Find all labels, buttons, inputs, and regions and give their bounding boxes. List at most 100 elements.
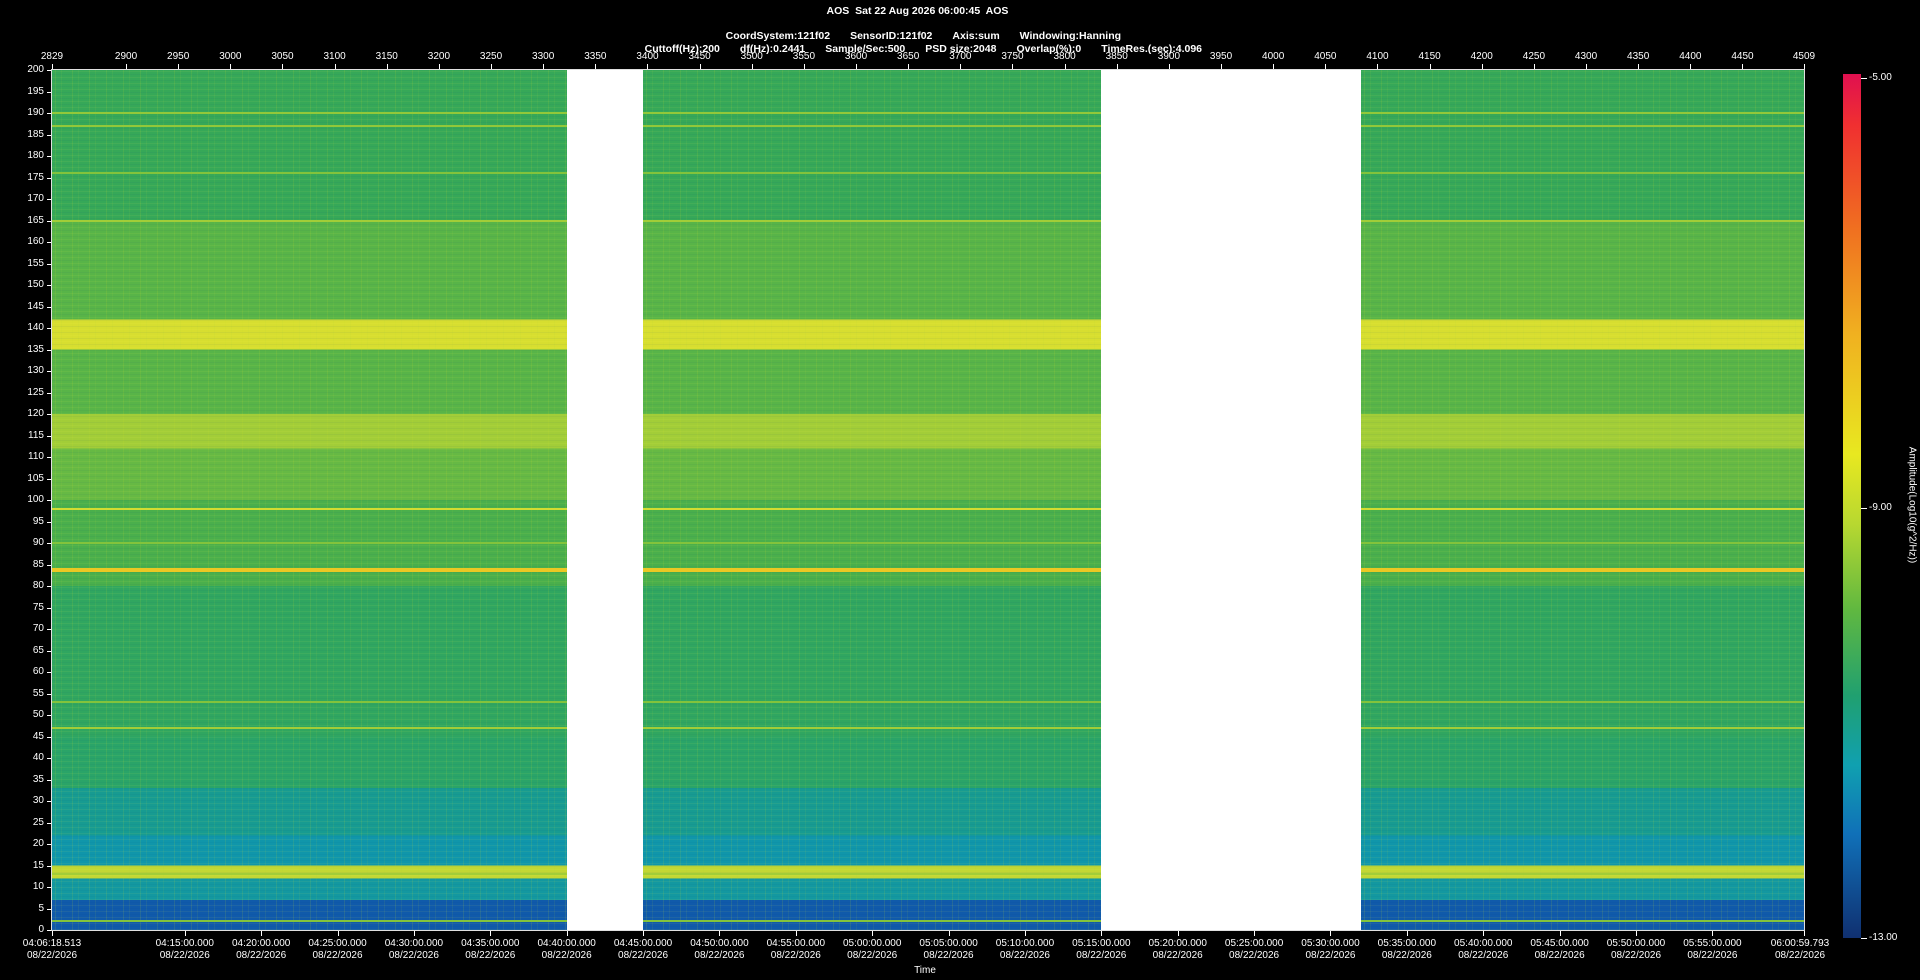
y-tick-mark xyxy=(47,693,51,695)
colorbar-tick-mark xyxy=(1861,938,1867,939)
time-tick-mark xyxy=(719,931,721,936)
time-tick-date: 08/22/2026 xyxy=(388,950,439,961)
time-tick-time: 05:00:00.000 xyxy=(842,938,902,949)
top-tick-mark xyxy=(1804,64,1805,69)
time-tick-label: 05:45:00.000 08/22/2026 xyxy=(1530,938,1588,962)
time-tick-mark xyxy=(261,931,263,936)
top-tick-label: 4450 xyxy=(1731,51,1754,62)
top-tick-mark xyxy=(647,64,649,69)
time-tick-label: 04:30:00.000 08/22/2026 xyxy=(385,938,443,962)
chart-subtitle-line-3: Cuttoff(Hz):200 df(Hz):0.2441 Sample/Sec:5… xyxy=(0,30,1835,69)
y-tick-label: 135 xyxy=(27,343,44,355)
time-tick-mark xyxy=(1406,931,1408,936)
time-tick-label: 04:45:00.000 08/22/2026 xyxy=(614,938,672,962)
top-tick-mark xyxy=(438,64,440,69)
y-tick-mark xyxy=(47,930,51,931)
y-tick-label: 80 xyxy=(32,580,44,591)
top-tick-label: 3100 xyxy=(323,51,346,62)
top-tick-label: 3450 xyxy=(688,51,711,62)
y-tick-label: 150 xyxy=(27,279,44,290)
y-tick-label: 50 xyxy=(32,709,44,720)
time-tick-mark xyxy=(337,931,339,936)
y-tick-label: 20 xyxy=(32,838,44,849)
y-tick-mark xyxy=(47,457,51,458)
time-tick-label: 04:55:00.000 08/22/2026 xyxy=(767,938,825,962)
y-tick-mark xyxy=(47,564,51,566)
time-tick-mark xyxy=(1636,931,1637,936)
y-tick-mark xyxy=(47,435,51,437)
top-tick-mark xyxy=(1586,64,1588,69)
top-tick-mark xyxy=(1221,64,1223,69)
top-tick-label: 3400 xyxy=(636,51,659,62)
y-tick-label: 15 xyxy=(32,859,44,871)
time-tick-time: 05:15:00.000 xyxy=(1072,938,1131,949)
top-tick-mark xyxy=(1273,64,1275,69)
y-tick-label: 0 xyxy=(38,924,44,935)
top-tick-label: 3800 xyxy=(1053,51,1076,62)
time-tick-date: 08/22/2026 xyxy=(1687,950,1738,961)
time-tick-date: 08/22/2026 xyxy=(1381,950,1432,961)
time-tick-label: 04:06:18.513 08/22/2026 xyxy=(23,938,81,962)
y-tick-label: 40 xyxy=(32,752,44,763)
top-tick-label: 3850 xyxy=(1105,51,1128,62)
top-tick-label: 2829 xyxy=(40,51,64,62)
y-tick-mark xyxy=(47,113,51,114)
top-tick-label: 3550 xyxy=(792,51,816,62)
y-tick-label: 170 xyxy=(27,193,44,204)
y-tick-label: 35 xyxy=(32,773,44,785)
y-tick-label: 95 xyxy=(32,515,44,527)
colorbar-tick-mark xyxy=(1861,508,1867,509)
time-tick-date: 08/22/2026 xyxy=(541,950,592,961)
time-tick-label: 04:50:00.000 08/22/2026 xyxy=(690,938,748,962)
time-tick-time: 04:15:00.000 xyxy=(155,938,214,949)
time-tick-time: 05:10:00.000 xyxy=(995,938,1055,949)
y-tick-mark xyxy=(47,865,51,867)
top-tick-label: 4400 xyxy=(1679,51,1702,62)
y-tick-mark xyxy=(47,414,51,415)
time-tick-date: 08/22/2026 xyxy=(1458,950,1509,961)
y-tick-label: 90 xyxy=(32,537,44,548)
y-tick-label: 180 xyxy=(27,150,44,161)
y-tick-label: 125 xyxy=(27,386,44,398)
y-tick-mark xyxy=(47,629,51,630)
y-tick-label: 195 xyxy=(27,85,44,97)
top-tick-label: 3500 xyxy=(740,51,763,62)
time-tick-time: 05:40:00.000 xyxy=(1454,938,1513,949)
y-tick-label: 190 xyxy=(27,107,44,118)
time-tick-mark xyxy=(413,931,415,936)
y-tick-mark xyxy=(47,220,51,222)
top-tick-label: 4000 xyxy=(1262,51,1285,62)
time-tick-label: 05:10:00.000 08/22/2026 xyxy=(996,938,1054,962)
time-tick-time: 05:20:00.000 xyxy=(1148,938,1207,949)
colorbar-tick-label: -9.00 xyxy=(1869,502,1892,513)
y-tick-mark xyxy=(47,328,51,329)
top-tick-mark xyxy=(908,64,910,69)
top-tick-mark xyxy=(178,64,180,69)
y-tick-mark xyxy=(47,91,51,93)
y-tick-label: 10 xyxy=(32,881,44,892)
top-tick-label: 4350 xyxy=(1627,51,1650,62)
time-tick-date: 08/22/2026 xyxy=(1229,950,1280,961)
time-tick-mark xyxy=(184,931,186,936)
top-tick-label: 3900 xyxy=(1157,51,1181,62)
top-tick-mark xyxy=(386,64,388,69)
time-tick-time: 05:45:00.000 xyxy=(1530,938,1589,949)
top-tick-mark xyxy=(1064,64,1066,69)
y-tick-mark xyxy=(47,521,51,523)
y-tick-label: 160 xyxy=(27,236,44,247)
time-tick-mark xyxy=(1024,931,1026,936)
time-tick-mark xyxy=(1330,931,1332,936)
time-tick-date: 08/22/2026 xyxy=(618,950,669,961)
y-tick-mark xyxy=(47,801,51,802)
y-tick-mark xyxy=(47,177,51,179)
top-tick-mark xyxy=(1377,64,1379,69)
y-tick-mark xyxy=(47,371,51,372)
time-tick-date: 08/22/2026 xyxy=(847,950,898,961)
top-tick-label: 3200 xyxy=(427,51,451,62)
y-tick-mark xyxy=(47,887,51,888)
top-tick-mark xyxy=(1429,64,1431,69)
y-tick-label: 25 xyxy=(32,816,44,828)
top-tick-mark xyxy=(491,64,493,69)
top-tick-mark xyxy=(52,64,53,69)
time-tick-label: 05:35:00.000 08/22/2026 xyxy=(1378,938,1436,962)
